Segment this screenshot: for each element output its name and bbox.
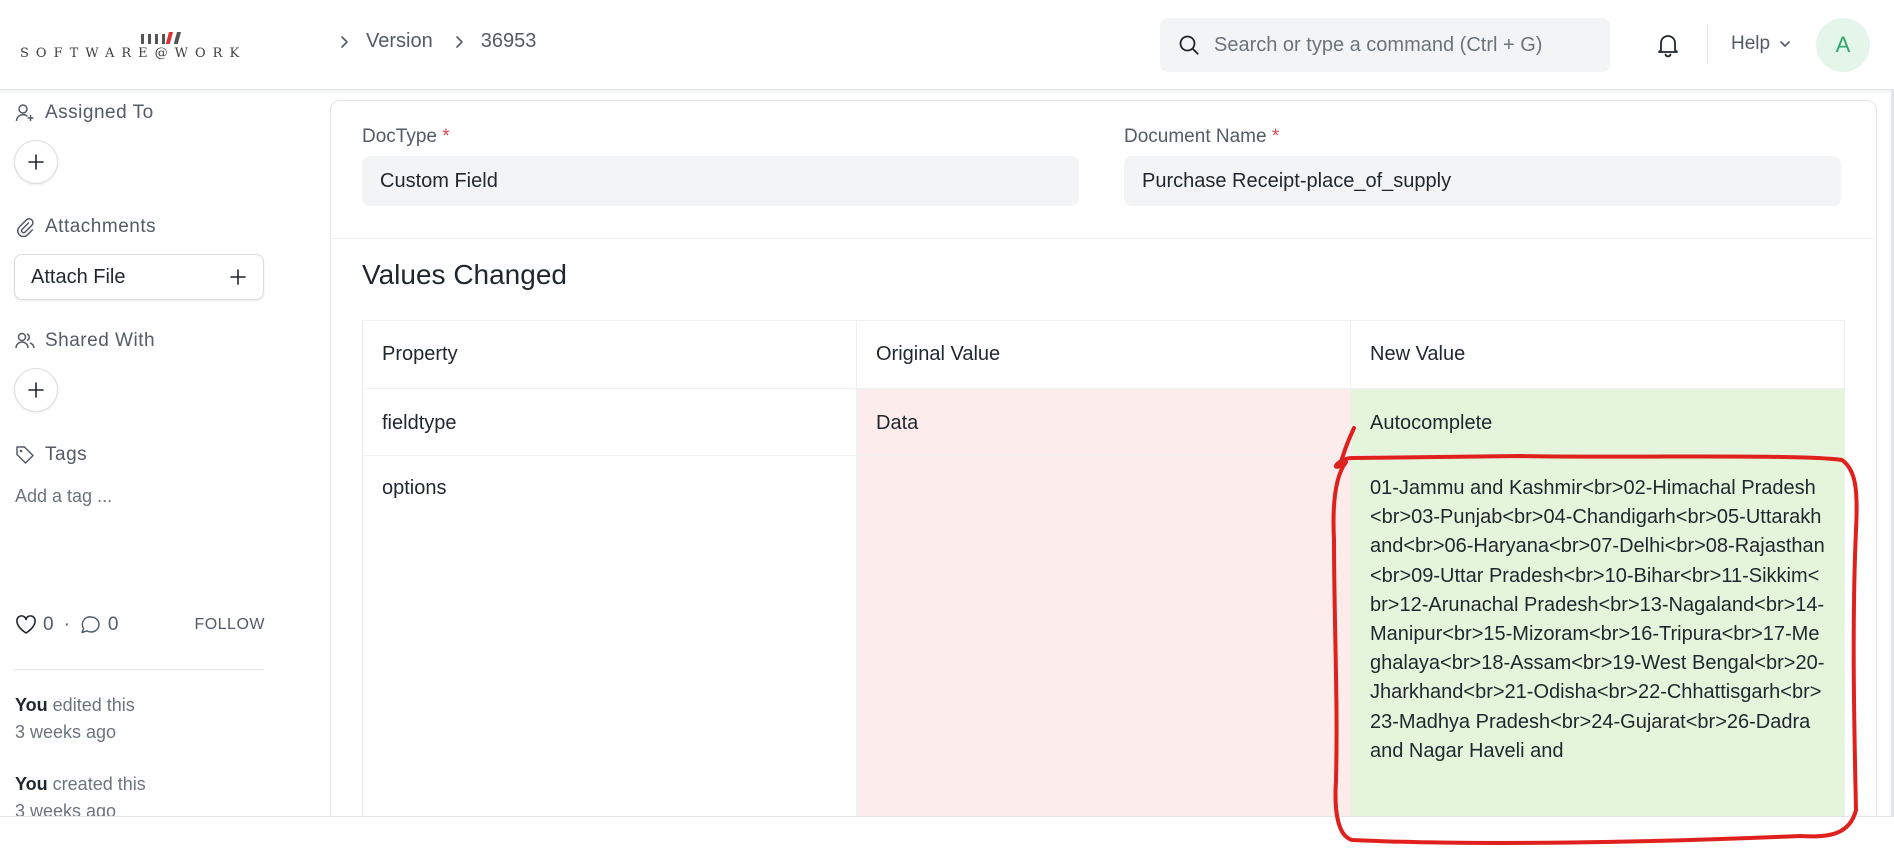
app-logo[interactable]: SOFTWARE@WORK — [20, 28, 295, 68]
cell-property: options — [362, 455, 857, 829]
document-name-field[interactable]: Purchase Receipt-place_of_supply — [1124, 156, 1841, 206]
sidebar: Assigned To Attachments Attach File Shar… — [0, 94, 280, 821]
plus-icon — [28, 382, 44, 398]
table-row: options 01-Jammu and Kashmir<br>02-Himac… — [362, 455, 1845, 829]
doctype-label: DocType * — [362, 126, 450, 148]
heart-icon[interactable] — [15, 615, 37, 635]
doctype-label-text: DocType — [362, 126, 437, 147]
required-mark: * — [442, 126, 450, 147]
likes-count: 0 — [43, 614, 54, 635]
shared-with-label: Shared With — [45, 330, 156, 351]
separator-dot: · — [63, 614, 70, 635]
likes-comments-row: 0 · 0 FOLLOW — [15, 614, 265, 636]
activity-user: You — [15, 695, 48, 715]
tags-heading: Tags — [15, 444, 87, 466]
document-name-label: Document Name * — [1124, 126, 1279, 148]
attachments-label: Attachments — [45, 216, 157, 237]
shared-with-heading: Shared With — [15, 330, 155, 352]
add-assignee-button[interactable] — [14, 140, 58, 184]
add-share-button[interactable] — [14, 368, 58, 412]
search-icon — [1179, 35, 1199, 55]
window-bottom-strip — [0, 816, 1894, 851]
cell-original-value: Data — [856, 388, 1351, 456]
required-mark: * — [1271, 126, 1280, 147]
attach-file-button[interactable]: Attach File — [14, 254, 264, 300]
chevron-right-icon — [341, 35, 348, 48]
activity-item: You edited this 3 weeks ago — [15, 692, 265, 746]
search-input[interactable] — [1214, 33, 1594, 57]
cell-property: fieldtype — [362, 388, 857, 456]
notifications-bell-icon[interactable] — [1655, 32, 1681, 58]
sidebar-divider — [14, 669, 264, 670]
activity-action: edited this — [47, 695, 135, 715]
follow-button[interactable]: FOLLOW — [194, 616, 265, 634]
users-icon — [15, 332, 35, 349]
column-header-property: Property — [362, 320, 857, 389]
plus-icon — [28, 154, 44, 170]
version-form-card: DocType * Custom Field Document Name * P… — [330, 100, 1877, 830]
values-changed-table: Property Original Value New Value fieldt… — [362, 320, 1845, 829]
column-header-original: Original Value — [856, 320, 1351, 389]
user-add-icon — [15, 104, 34, 122]
chevron-right-icon — [455, 35, 463, 48]
help-dropdown[interactable]: Help — [1731, 33, 1792, 55]
section-divider — [331, 238, 1876, 239]
cell-new-value: Autocomplete — [1350, 388, 1845, 456]
column-header-new: New Value — [1350, 320, 1845, 389]
cell-new-value: 01-Jammu and Kashmir<br>02-Himachal Prad… — [1350, 455, 1845, 829]
attachments-heading: Attachments — [15, 216, 156, 238]
breadcrumb: Version 36953 — [336, 30, 554, 53]
comments-count: 0 — [107, 614, 119, 635]
add-tag-link[interactable]: Add a tag ... — [15, 486, 112, 507]
help-label: Help — [1731, 33, 1771, 54]
doctype-field[interactable]: Custom Field — [362, 156, 1079, 206]
navbar-divider — [1707, 24, 1708, 64]
navbar-shadow — [0, 90, 1894, 94]
search-bar[interactable] — [1160, 18, 1610, 72]
breadcrumb-version[interactable]: Version — [366, 30, 433, 53]
assigned-to-label: Assigned To — [45, 102, 154, 123]
table-header-row: Property Original Value New Value — [362, 320, 1845, 389]
section-title: Values Changed — [362, 259, 567, 290]
activity-user: You — [15, 774, 48, 794]
logo-bars-icon — [141, 32, 181, 44]
document-name-label-text: Document Name — [1124, 126, 1267, 147]
tags-label: Tags — [45, 444, 88, 465]
logo-text: SOFTWARE@WORK — [20, 46, 247, 61]
breadcrumb-record-id[interactable]: 36953 — [481, 30, 537, 53]
chevron-down-icon — [1780, 41, 1790, 47]
activity-time: 3 weeks ago — [15, 722, 117, 742]
tag-icon — [16, 446, 34, 464]
navbar: SOFTWARE@WORK Version 36953 Help A — [0, 0, 1894, 90]
comment-icon[interactable] — [80, 615, 102, 635]
plus-icon — [230, 269, 246, 285]
attach-file-label: Attach File — [31, 265, 126, 288]
user-avatar[interactable]: A — [1816, 18, 1870, 72]
cell-original-value — [856, 455, 1351, 829]
paperclip-icon — [17, 218, 34, 237]
table-row: fieldtype Data Autocomplete — [362, 388, 1845, 456]
assigned-to-heading: Assigned To — [15, 102, 154, 124]
activity-action: created this — [47, 774, 146, 794]
